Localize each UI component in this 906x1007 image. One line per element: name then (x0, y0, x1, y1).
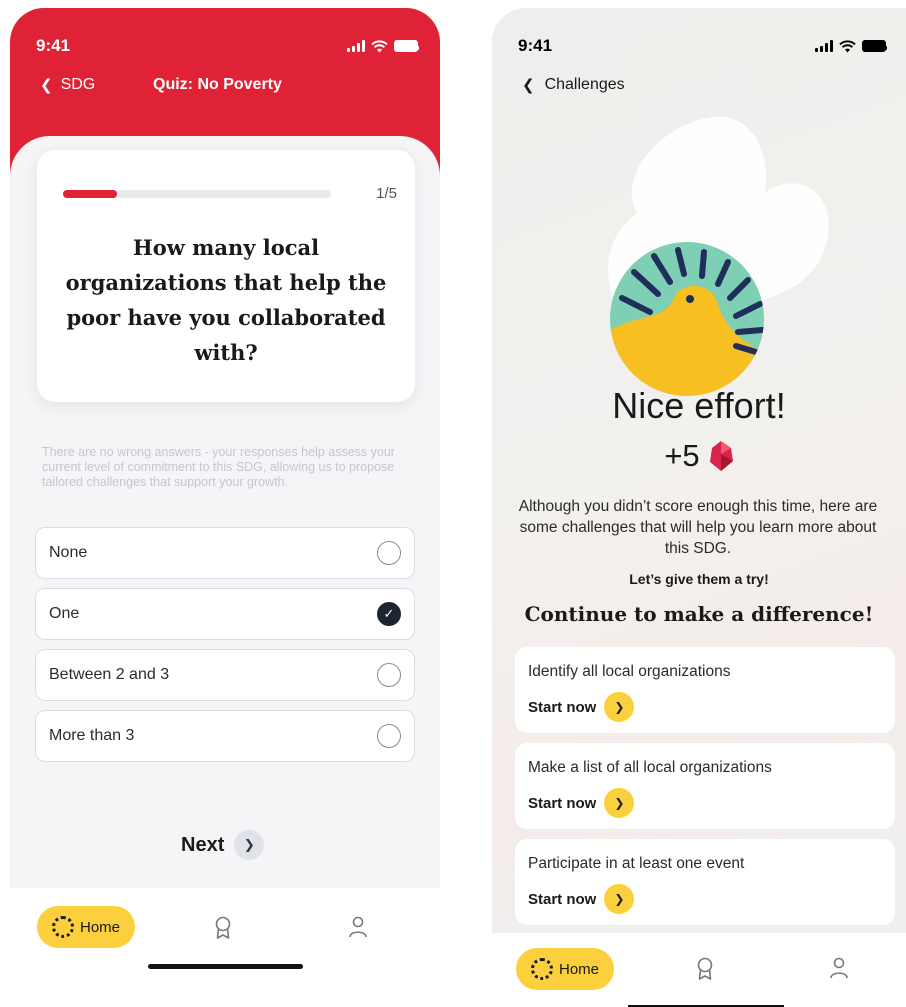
answer-option[interactable]: One ✓ (35, 588, 415, 640)
tab-home[interactable]: Home (37, 906, 135, 948)
check-icon[interactable]: ✓ (377, 602, 401, 626)
answer-option[interactable]: None (35, 527, 415, 579)
chevron-right-icon: ❯ (604, 692, 635, 722)
gem-icon (709, 441, 733, 471)
back-button[interactable]: ❮ Challenges (522, 76, 625, 94)
signal-icon (815, 40, 833, 52)
profile-icon[interactable] (829, 957, 849, 979)
points-earned: +5 (492, 438, 906, 474)
answer-label: More than 3 (49, 727, 135, 744)
radio-button[interactable] (377, 724, 401, 748)
answer-label: Between 2 and 3 (49, 666, 170, 683)
challenge-card[interactable]: Identify all local organizations Start n… (515, 647, 895, 733)
challenge-card[interactable]: Participate in at least one event Start … (515, 839, 895, 925)
challenge-title: Participate in at least one event (528, 855, 745, 872)
status-icons (815, 39, 887, 53)
battery-icon (862, 40, 887, 52)
back-label: SDG (60, 76, 96, 93)
status-time: 9:41 (36, 36, 71, 55)
home-logo-icon (530, 958, 553, 980)
section-title: Continue to make a difference! (524, 602, 874, 626)
answer-option[interactable]: More than 3 (35, 710, 415, 762)
back-button[interactable]: ❮ SDG (40, 76, 95, 94)
challenge-title: Make a list of all local organizations (528, 759, 772, 776)
nav-bar: ❮ SDG Quiz: No Poverty (40, 76, 420, 94)
result-screen: 9:41 ❮ Challenges Nice effort! +5 Althou… (492, 8, 906, 1007)
start-now-label: Start now (528, 698, 597, 716)
tab-bar: Home (492, 933, 906, 1007)
challenge-list: Identify all local organizations Start n… (515, 647, 895, 935)
chevron-right-icon: ❯ (604, 884, 635, 914)
tab-home-label: Home (79, 918, 120, 936)
answer-label: One (49, 605, 80, 622)
tab-bar: Home (10, 888, 440, 1007)
profile-icon[interactable] (348, 916, 368, 938)
answer-options: None One ✓ Between 2 and 3 More than 3 (35, 527, 415, 771)
status-time: 9:41 (518, 36, 553, 55)
start-now-label: Start now (528, 890, 597, 908)
chevron-left-icon: ❮ (522, 77, 535, 94)
result-description: Although you didn’t score enough this ti… (518, 498, 878, 557)
challenge-card[interactable]: Make a list of all local organizations S… (515, 743, 895, 829)
chevron-right-icon: ❯ (604, 788, 635, 818)
points-value: +5 (664, 438, 700, 473)
quiz-progress-count: 1/5 (376, 185, 397, 202)
radio-button[interactable] (377, 663, 401, 687)
home-logo-icon (51, 916, 74, 938)
quiz-progress-fill (63, 190, 117, 198)
status-bar: 9:41 (518, 34, 887, 58)
challenge-title: Identify all local organizations (528, 663, 731, 680)
result-title: Nice effort! (612, 385, 786, 426)
quiz-progress-bar (63, 190, 331, 198)
next-label: Next (181, 833, 225, 856)
radio-button[interactable] (377, 541, 401, 565)
award-icon[interactable] (214, 916, 232, 940)
chevron-right-icon: ❯ (234, 830, 265, 860)
home-indicator (148, 964, 303, 969)
tab-home-label: Home (558, 960, 599, 978)
signal-icon (347, 40, 365, 52)
chevron-left-icon: ❮ (40, 77, 53, 94)
start-now-button[interactable]: Start now ❯ (528, 692, 882, 722)
try-text: Let’s give them a try! (629, 571, 769, 587)
status-bar: 9:41 (36, 34, 419, 58)
helper-text: There are no wrong answers - your respon… (42, 445, 395, 489)
wifi-icon (371, 39, 388, 52)
battery-icon (394, 40, 419, 52)
bird-mascot-icon (610, 242, 764, 396)
answer-option[interactable]: Between 2 and 3 (35, 649, 415, 701)
tab-home[interactable]: Home (516, 948, 614, 990)
page-title: Quiz: No Poverty (153, 76, 282, 93)
start-now-button[interactable]: Start now ❯ (528, 788, 882, 818)
back-label: Challenges (544, 76, 625, 93)
award-icon[interactable] (696, 957, 714, 981)
wifi-icon (839, 39, 856, 52)
next-button[interactable]: Next ❯ (181, 830, 265, 860)
status-icons (347, 39, 419, 53)
answer-label: None (49, 544, 88, 561)
quiz-screen: 9:41 ❮ SDG Quiz: No Poverty 1/5 How many… (10, 8, 440, 1007)
question-text: How many local organizations that help t… (65, 235, 387, 365)
start-now-label: Start now (528, 794, 597, 812)
question-card: 1/5 How many local organizations that he… (37, 150, 415, 402)
start-now-button[interactable]: Start now ❯ (528, 884, 882, 914)
